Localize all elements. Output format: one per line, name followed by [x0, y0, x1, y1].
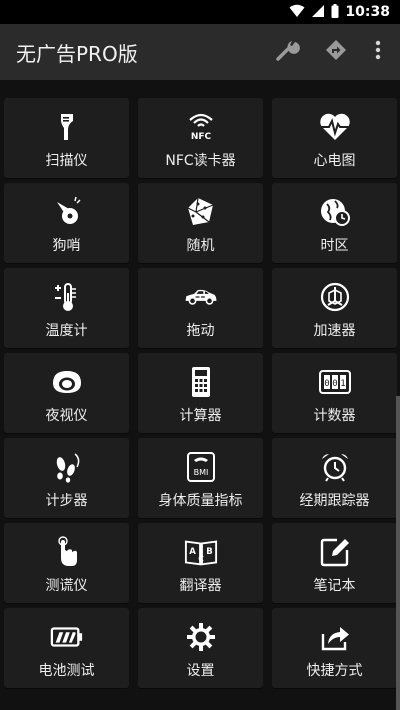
status-icons: 10:38	[289, 3, 390, 21]
tool-label: 计数器	[313, 408, 356, 424]
tool-bmi[interactable]: BMI 身体质量指标	[138, 438, 263, 518]
tool-scanner[interactable]: 扫描仪	[4, 98, 129, 178]
tool-battery-test[interactable]: 电池测试	[4, 608, 129, 688]
tool-label: 计步器	[45, 493, 88, 509]
night-vision-icon	[50, 365, 84, 399]
tool-translator[interactable]: A B C 翻译器	[138, 523, 263, 603]
tool-label: 计算器	[179, 408, 222, 424]
tool-thermometer[interactable]: 温度计	[4, 268, 129, 348]
tool-label: 笔记本	[313, 578, 356, 594]
tool-label: 经期跟踪器	[299, 493, 370, 509]
tool-calculator[interactable]: 计算器	[138, 353, 263, 433]
tool-label: 时区	[320, 238, 349, 254]
tool-label: 身体质量指标	[158, 493, 243, 509]
tool-ecg[interactable]: 心电图	[272, 98, 397, 178]
globe-clock-icon	[318, 195, 352, 229]
tool-label: 设置	[186, 663, 215, 679]
car-icon	[184, 280, 218, 314]
tool-dog-whistle[interactable]: 狗哨	[4, 183, 129, 263]
footsteps-icon	[50, 450, 84, 484]
directions-button[interactable]	[322, 38, 350, 66]
battery-icon	[50, 620, 84, 654]
barcode-scanner-icon	[50, 110, 84, 144]
app-title: 无广告PRO版	[16, 42, 138, 66]
tool-label: 拖动	[186, 323, 215, 339]
tool-pedometer[interactable]: 计步器	[4, 438, 129, 518]
tool-label: 加速器	[313, 323, 356, 339]
app-bar: 无广告PRO版	[0, 24, 400, 80]
tool-period-tracker[interactable]: 经期跟踪器	[272, 438, 397, 518]
tool-lie-detector[interactable]: 测谎仪	[4, 523, 129, 603]
tool-nfc-reader[interactable]: NFC NFC读卡器	[138, 98, 263, 178]
tool-label: NFC读卡器	[165, 153, 236, 169]
svg-text:0: 0	[324, 379, 329, 389]
nfc-icon: NFC	[184, 110, 218, 144]
calculator-icon	[184, 365, 218, 399]
dice-icon	[184, 195, 218, 229]
accelerometer-icon	[318, 280, 352, 314]
tool-label: 测谎仪	[45, 578, 88, 594]
tool-label: 随机	[186, 238, 215, 254]
wifi-icon	[289, 3, 305, 22]
scrollbar[interactable]	[396, 396, 400, 710]
counter-icon: 0 0 1	[318, 365, 352, 399]
tool-random[interactable]: 随机	[138, 183, 263, 263]
tool-label: 扫描仪	[45, 153, 88, 169]
thermometer-icon	[50, 280, 84, 314]
svg-text:0: 0	[332, 379, 337, 389]
more-vert-icon	[375, 40, 381, 64]
tool-label: 快捷方式	[306, 663, 363, 679]
tool-counter[interactable]: 0 0 1 计数器	[272, 353, 397, 433]
tool-grid: 扫描仪 NFC NFC读卡器 心电图 狗哨 随机 时区 温度计 拖动 加速器 夜…	[4, 98, 397, 688]
svg-text:NFC: NFC	[190, 132, 211, 142]
tool-label: 狗哨	[52, 238, 81, 254]
svg-text:1: 1	[340, 379, 345, 389]
tool-accelerometer[interactable]: 加速器	[272, 268, 397, 348]
alarm-clock-icon	[318, 450, 352, 484]
wrench-icon	[275, 37, 301, 67]
tool-label: 夜视仪	[45, 408, 88, 424]
status-bar: 10:38	[0, 0, 400, 24]
tool-drag-race[interactable]: 拖动	[138, 268, 263, 348]
tool-timezone[interactable]: 时区	[272, 183, 397, 263]
svg-text:BMI: BMI	[193, 468, 208, 477]
svg-text:B: B	[206, 547, 212, 557]
status-clock: 10:38	[345, 4, 390, 20]
cell-signal-icon	[311, 3, 325, 22]
wrench-button[interactable]	[274, 38, 302, 66]
svg-text:C: C	[198, 554, 204, 563]
finger-touch-icon	[50, 535, 84, 569]
tool-night-vision[interactable]: 夜视仪	[4, 353, 129, 433]
overflow-menu-button[interactable]	[364, 38, 392, 66]
gear-icon	[184, 620, 218, 654]
bmi-scale-icon: BMI	[184, 450, 218, 484]
tool-label: 心电图	[313, 153, 356, 169]
svg-text:A: A	[189, 547, 196, 557]
whistle-icon	[50, 195, 84, 229]
tool-settings[interactable]: 设置	[138, 608, 263, 688]
tool-notebook[interactable]: 笔记本	[272, 523, 397, 603]
share-icon	[318, 620, 352, 654]
tool-shortcut[interactable]: 快捷方式	[272, 608, 397, 688]
heart-ecg-icon	[318, 110, 352, 144]
directions-icon	[325, 39, 347, 65]
tool-label: 电池测试	[38, 663, 95, 679]
notepad-icon	[318, 535, 352, 569]
tool-label: 温度计	[45, 323, 88, 339]
battery-status-icon	[331, 3, 339, 22]
tool-label: 翻译器	[179, 578, 222, 594]
translate-book-icon: A B C	[184, 535, 218, 569]
